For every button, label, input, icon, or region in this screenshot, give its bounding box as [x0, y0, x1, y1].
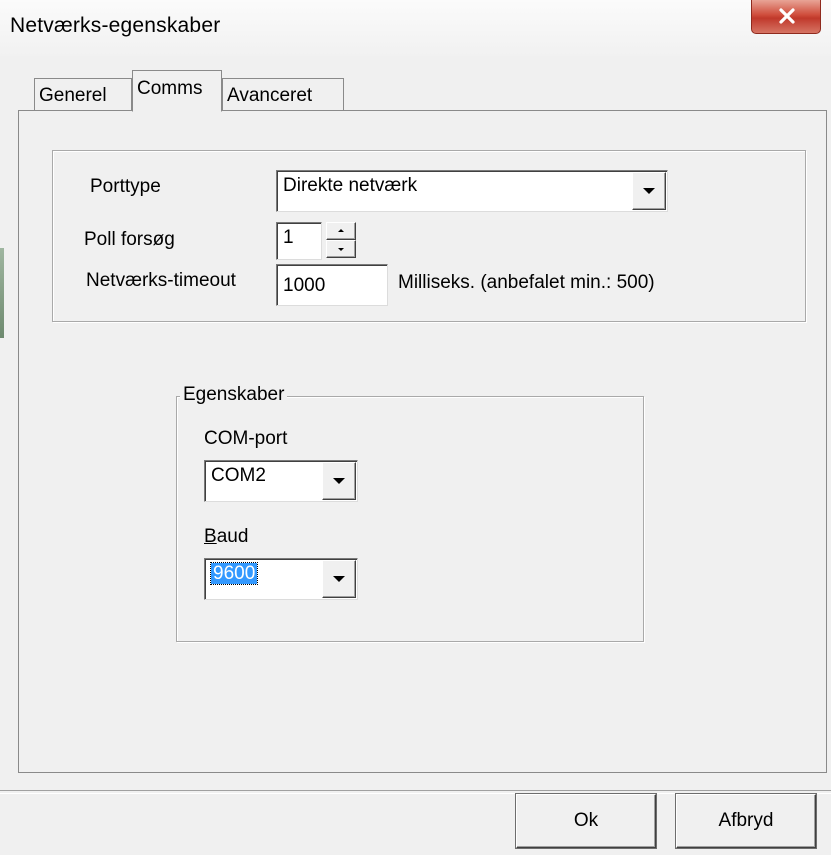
chevron-down-icon: [643, 188, 655, 194]
com-port-value: COM2: [211, 465, 266, 486]
porttype-label: Porttype: [90, 176, 161, 197]
com-port-dropdown-button[interactable]: [322, 462, 356, 500]
tab-comms[interactable]: Comms: [132, 70, 222, 112]
poll-input[interactable]: 1: [276, 222, 322, 260]
com-port-label: COM-port: [204, 428, 288, 449]
baud-dropdown[interactable]: 9600: [204, 558, 358, 600]
baud-dropdown-button[interactable]: [322, 560, 356, 598]
title-bar[interactable]: Netværks-egenskaber: [0, 0, 831, 56]
baud-label-accelerator: B: [204, 526, 217, 547]
close-icon: [779, 8, 795, 24]
timeout-label: Netværks-timeout: [86, 270, 236, 291]
tab-generel-label: Generel: [39, 85, 107, 106]
poll-spin-down-button[interactable]: [326, 240, 356, 258]
spin-up-icon: [338, 229, 344, 232]
properties-group-title: Egenskaber: [180, 384, 288, 406]
ok-button[interactable]: Ok: [516, 794, 656, 848]
timeout-value: 1000: [283, 275, 326, 296]
poll-value: 1: [283, 227, 294, 248]
spin-down-icon: [338, 248, 344, 251]
window-title: Netværks-egenskaber: [10, 14, 221, 37]
tab-comms-label: Comms: [137, 78, 203, 99]
chevron-down-icon: [333, 478, 345, 484]
timeout-hint: Milliseks. (anbefalet min.: 500): [398, 272, 655, 293]
background-window-edge: [0, 248, 4, 338]
tab-avanceret-label: Avanceret: [227, 85, 313, 106]
tab-avanceret[interactable]: Avanceret: [222, 78, 344, 111]
ok-button-label: Ok: [573, 810, 599, 831]
com-port-dropdown[interactable]: COM2: [204, 460, 358, 502]
porttype-dropdown-button[interactable]: [632, 172, 666, 210]
baud-value: 9600: [209, 562, 259, 585]
network-properties-dialog: Netværks-egenskaber Generel Comms Avance…: [0, 0, 831, 855]
close-button[interactable]: [751, 0, 821, 34]
poll-label: Poll forsøg: [84, 229, 175, 250]
baud-label-rest: aud: [216, 526, 249, 547]
cancel-button[interactable]: Afbryd: [676, 794, 816, 848]
baud-label: Baud: [204, 526, 248, 548]
porttype-value: Direkte netværk: [283, 175, 418, 196]
tab-generel[interactable]: Generel: [34, 78, 132, 111]
chevron-down-icon: [333, 576, 345, 582]
cancel-button-label: Afbryd: [718, 810, 774, 831]
porttype-dropdown[interactable]: Direkte netværk: [276, 170, 668, 212]
poll-spin-up-button[interactable]: [326, 222, 356, 240]
timeout-input[interactable]: 1000: [276, 264, 388, 306]
